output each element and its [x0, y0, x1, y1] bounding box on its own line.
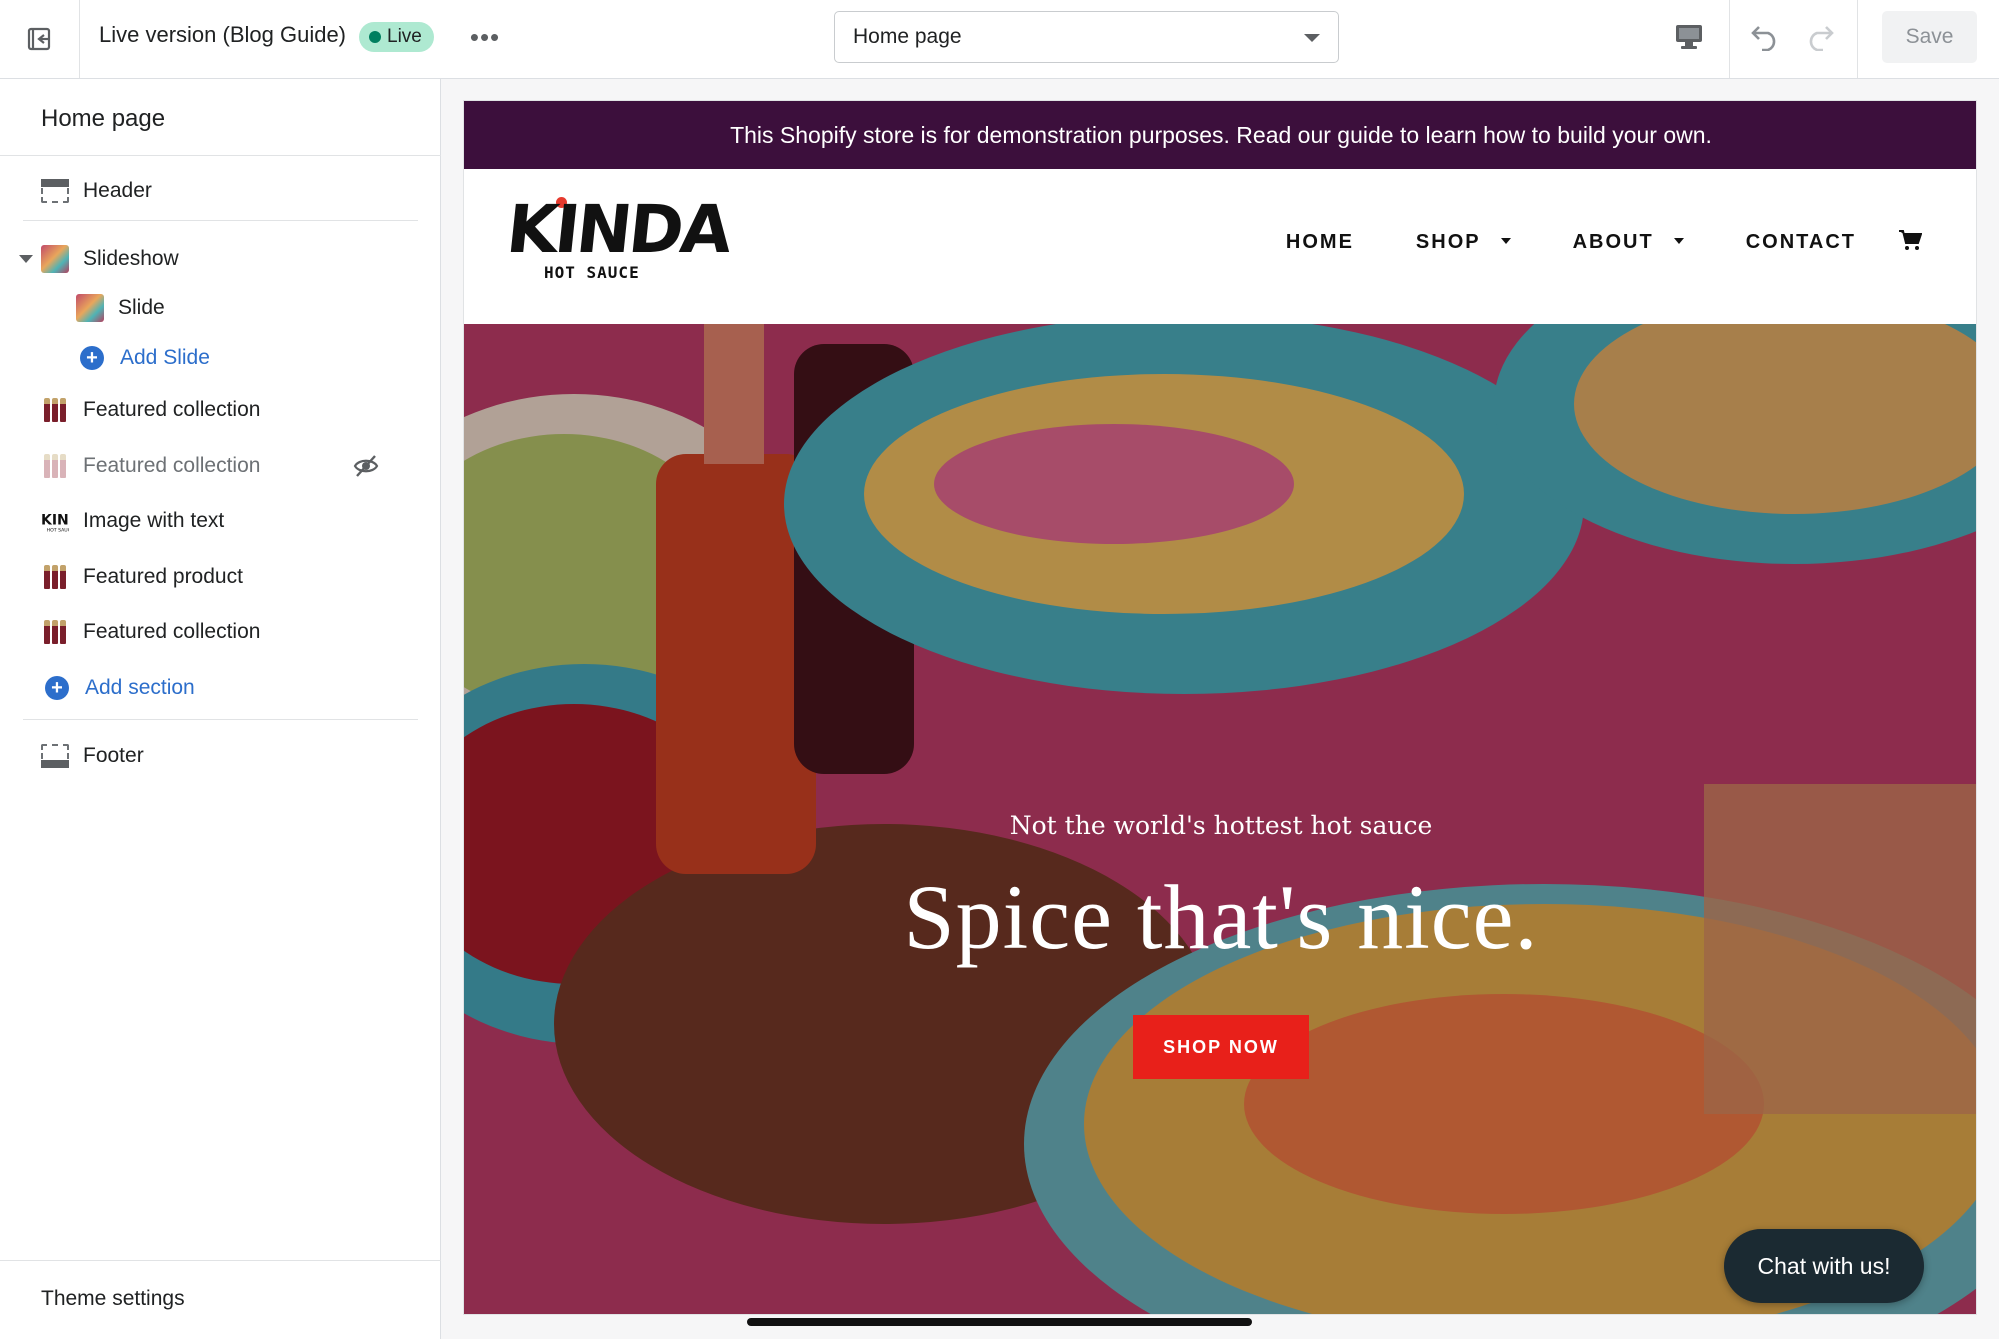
plus-circle-icon: +	[78, 344, 106, 372]
add-slide-label: Add Slide	[120, 346, 210, 369]
divider	[23, 220, 418, 221]
slideshow-hero[interactable]: Not the world's hottest hot sauce Spice …	[464, 324, 1976, 1314]
exit-editor-button[interactable]	[0, 0, 80, 78]
shop-now-button[interactable]: SHOP NOW	[1133, 1015, 1309, 1079]
sidebar-item-footer[interactable]: Footer	[0, 734, 441, 778]
store-preview: This Shopify store is for demonstration …	[463, 100, 1977, 1315]
store-logo[interactable]: KINDA HOT SAUCE	[503, 191, 733, 301]
sidebar-item-image-with-text[interactable]: KINDAHOT SAUCE Image with text	[0, 499, 441, 543]
store-header: KINDA HOT SAUCE HOME SHOP ABOUT CONTACT	[464, 169, 1976, 324]
page-selector-value: Home page	[853, 25, 962, 48]
more-actions-button[interactable]: •••	[468, 20, 502, 54]
hot-sauce-bottles-icon	[41, 452, 69, 480]
announcement-bar[interactable]: This Shopify store is for demonstration …	[464, 101, 1976, 169]
save-button[interactable]: Save	[1882, 11, 1977, 63]
sections-sidebar: Home page Header Slideshow Slide + Add S…	[0, 79, 441, 1339]
live-status-badge: Live	[359, 22, 434, 52]
theme-settings-link[interactable]: Theme settings	[41, 1287, 185, 1311]
hot-sauce-bottles-icon	[41, 563, 69, 591]
hot-sauce-bottles-icon	[41, 618, 69, 646]
add-slide-button[interactable]: + Add Slide	[0, 336, 441, 380]
sidebar-item-label: Slideshow	[83, 247, 179, 270]
store-nav: HOME SHOP ABOUT CONTACT	[1286, 229, 1923, 256]
svg-text:KINDA: KINDA	[41, 513, 69, 529]
desktop-preview-button[interactable]	[1668, 16, 1710, 58]
undo-icon	[1751, 26, 1776, 51]
topbar-divider	[1857, 0, 1858, 78]
nav-about[interactable]: ABOUT	[1573, 231, 1684, 254]
caret-down-icon	[1500, 237, 1511, 244]
divider	[23, 719, 418, 720]
sidebar-item-label: Featured product	[83, 565, 243, 588]
caret-down-icon	[1673, 237, 1684, 244]
page-selector[interactable]: Home page	[834, 11, 1339, 63]
add-section-label: Add section	[85, 676, 195, 699]
redo-button[interactable]	[1798, 16, 1840, 58]
sidebar-item-header[interactable]: Header	[0, 169, 441, 213]
divider	[0, 1260, 441, 1261]
nav-shop-label: SHOP	[1415, 231, 1481, 253]
topbar-divider	[1729, 0, 1730, 78]
plus-circle-icon: +	[43, 674, 71, 702]
slideshow-thumbnail-icon	[41, 245, 69, 273]
sidebar-item-featured-collection[interactable]: Featured collection	[0, 388, 441, 432]
undo-button[interactable]	[1745, 16, 1787, 58]
sidebar-item-featured-collection-hidden[interactable]: Featured collection	[0, 444, 441, 488]
live-badge-label: Live	[387, 26, 422, 47]
chat-button[interactable]: Chat with us!	[1724, 1229, 1924, 1303]
logo-wordmark: KINDA	[503, 191, 733, 268]
divider	[0, 155, 441, 156]
sidebar-item-featured-product[interactable]: Featured product	[0, 555, 441, 599]
cart-button[interactable]	[1898, 229, 1923, 256]
sidebar-item-label: Footer	[83, 744, 144, 767]
sidebar-title: Home page	[41, 105, 166, 132]
sidebar-item-label: Featured collection	[83, 620, 261, 643]
slide-thumbnail-icon	[76, 294, 104, 322]
chevron-down-icon	[1304, 34, 1320, 42]
desktop-icon	[1676, 25, 1702, 49]
sidebar-item-label: Featured collection	[83, 398, 261, 421]
live-dot-icon	[369, 31, 381, 43]
sidebar-item-label: Featured collection	[83, 454, 261, 477]
nav-contact[interactable]: CONTACT	[1746, 231, 1856, 254]
exit-icon	[27, 27, 50, 51]
sidebar-item-label: Header	[83, 179, 152, 202]
eye-hidden-icon[interactable]	[352, 452, 380, 480]
sidebar-item-slideshow[interactable]: Slideshow	[0, 237, 441, 281]
nav-about-label: ABOUT	[1572, 231, 1654, 253]
caret-down-icon[interactable]	[19, 255, 33, 263]
editor-topbar: Live version (Blog Guide) Live ••• Home …	[0, 0, 1999, 79]
theme-version-title: Live version (Blog Guide)	[99, 22, 347, 47]
nav-contact-label: CONTACT	[1745, 231, 1856, 253]
sidebar-item-slide[interactable]: Slide	[0, 286, 441, 330]
header-section-icon	[41, 177, 69, 205]
nav-home-label: HOME	[1285, 231, 1354, 253]
svg-text:HOT SAUCE: HOT SAUCE	[47, 527, 69, 533]
cart-icon	[1899, 230, 1923, 250]
redo-icon	[1809, 26, 1834, 51]
hero-title: Spice that's nice.	[903, 866, 1539, 968]
hero-subtitle: Not the world's hottest hot sauce	[1009, 811, 1433, 840]
nav-shop[interactable]: SHOP	[1416, 231, 1511, 254]
hot-sauce-bottles-icon	[41, 396, 69, 424]
preview-scrollbar[interactable]	[747, 1318, 1252, 1326]
nav-home[interactable]: HOME	[1286, 231, 1354, 254]
sidebar-item-featured-collection[interactable]: Featured collection	[0, 610, 441, 654]
kinda-logo-thumbnail-icon: KINDAHOT SAUCE	[41, 507, 69, 535]
footer-section-icon	[41, 742, 69, 770]
add-section-button[interactable]: + Add section	[0, 666, 441, 710]
sidebar-item-label: Slide	[118, 296, 165, 319]
sidebar-item-label: Image with text	[83, 509, 225, 532]
